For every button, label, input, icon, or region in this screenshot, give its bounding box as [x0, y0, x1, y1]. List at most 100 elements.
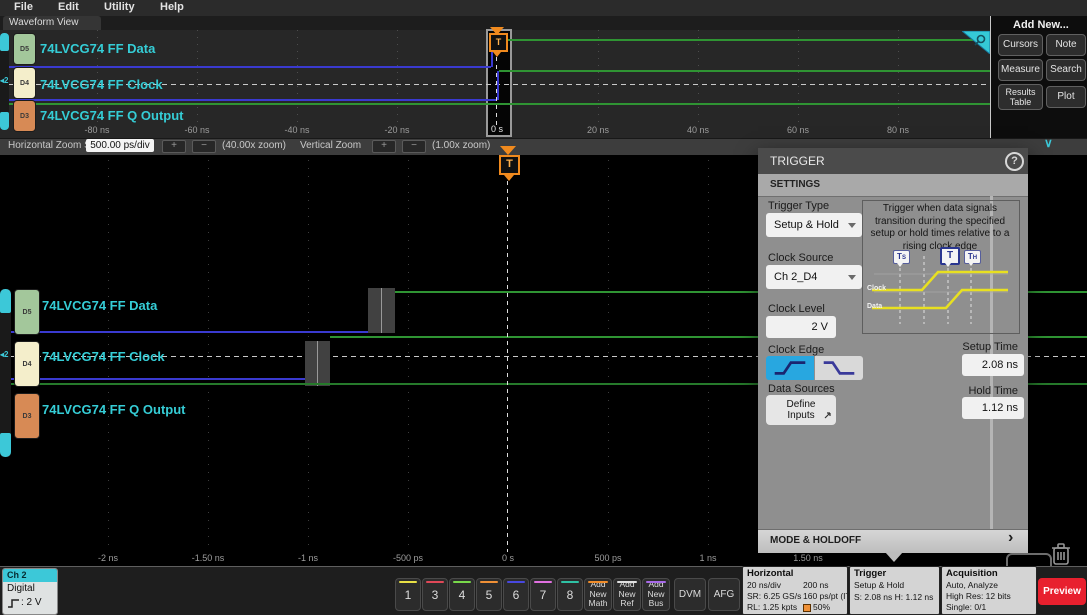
plot-button[interactable]: Plot: [1046, 86, 1086, 108]
add-new-bus-button[interactable]: Add New Bus: [642, 578, 670, 611]
trigger-marker-tail: [504, 175, 514, 181]
define-inputs-button[interactable]: Define Inputs: [766, 395, 836, 425]
channel-color-bar: [453, 581, 471, 583]
trigger-type-summary: Setup & Hold: [854, 580, 904, 590]
hzoom-factor-label: (40.00x zoom): [222, 140, 286, 151]
data-wave-low-segment: [0, 331, 368, 333]
channel-label-qoutput[interactable]: 74LVCG74 FF Q Output: [42, 402, 186, 417]
channel-button-5[interactable]: 5: [476, 578, 502, 611]
channel-button-7[interactable]: 7: [530, 578, 556, 611]
trigger-type-value: Setup & Hold: [774, 219, 839, 231]
mode-holdoff-label: MODE & HOLDOFF: [770, 535, 861, 546]
clock-source-value: Ch 2_D4: [774, 271, 817, 283]
trigger-marker-icon[interactable]: T: [489, 33, 508, 52]
acquisition-summary-box[interactable]: Acquisition Auto, Analyze High Res: 12 b…: [941, 566, 1037, 615]
channel-button-3[interactable]: 3: [422, 578, 448, 611]
axis-tick: -2 ns: [98, 553, 118, 563]
channel-group-grip[interactable]: [0, 289, 11, 457]
axis-tick-zero: 0 s: [491, 124, 503, 134]
results-table-button[interactable]: Results Table: [998, 84, 1043, 110]
trigger-marker-arrow[interactable]: [500, 146, 516, 155]
menu-utility[interactable]: Utility: [104, 1, 135, 13]
vzoom-plus-button[interactable]: +: [372, 140, 396, 153]
trigger-type-dropdown[interactable]: Setup & Hold: [766, 213, 862, 237]
dvm-button[interactable]: DVM: [674, 578, 706, 611]
cursors-button[interactable]: Cursors: [998, 34, 1043, 56]
channel-color-bar: [646, 581, 666, 583]
channel-label-data[interactable]: 74LVCG74 FF Data: [42, 298, 157, 313]
menu-help[interactable]: Help: [160, 1, 184, 13]
add-new-ref-button[interactable]: Add New Ref: [613, 578, 641, 611]
menu-edit[interactable]: Edit: [58, 1, 79, 13]
data-sources-label: Data Sources: [768, 383, 835, 395]
setup-time-flag: TS: [893, 250, 910, 264]
menu-file[interactable]: File: [14, 1, 33, 13]
flag-tail: [968, 262, 974, 266]
tab-waveform-view[interactable]: Waveform View: [3, 16, 101, 30]
note-button[interactable]: Note: [1046, 34, 1086, 56]
horizontal-zoom-scale-input[interactable]: 500.00 ps/div: [86, 139, 154, 152]
acquisition-single: Single: 0/1: [946, 602, 986, 612]
grip-bottom-handle[interactable]: [0, 433, 11, 457]
horizontal-summary-box[interactable]: Horizontal 20 ns/div 200 ns SR: 6.25 GS/…: [742, 566, 848, 615]
expand-icon: [823, 411, 832, 420]
channel-label-clock[interactable]: 74LVCG74 FF Clock: [42, 349, 165, 364]
help-icon[interactable]: ?: [1005, 152, 1024, 171]
add-new-math-button[interactable]: Add New Math: [584, 578, 612, 611]
search-button[interactable]: Search: [1046, 59, 1086, 81]
hold-time-field[interactable]: 1.12 ns: [962, 397, 1024, 419]
rising-edge-icon: [772, 359, 808, 377]
clock-level-field[interactable]: 2 V: [766, 316, 836, 338]
chevron-right-icon[interactable]: ›: [1008, 529, 1013, 547]
axis-tick: 40 ns: [687, 125, 709, 135]
rising-edge-button[interactable]: [766, 356, 814, 380]
setup-time-field[interactable]: 2.08 ns: [962, 354, 1024, 376]
channel-badge-d4[interactable]: D4: [14, 341, 40, 387]
trigger-marker-icon[interactable]: T: [499, 155, 520, 175]
channel-color-bar: [507, 581, 525, 583]
channel-badge-d5[interactable]: D5: [13, 33, 36, 65]
channel-button-6[interactable]: 6: [503, 578, 529, 611]
channel-button-8[interactable]: 8: [557, 578, 583, 611]
channel-badge-d3[interactable]: D3: [13, 100, 36, 132]
acquisition-resolution: High Res: 12 bits: [946, 591, 1011, 601]
hzoom-plus-button[interactable]: +: [162, 140, 186, 153]
falling-edge-button[interactable]: [815, 356, 863, 380]
settings-tab-label: SETTINGS: [770, 179, 820, 190]
clock-wave-low-segment: [0, 378, 305, 380]
channel-button-1[interactable]: 1: [395, 578, 421, 611]
afg-button[interactable]: AFG: [708, 578, 740, 611]
grip-top-handle[interactable]: [0, 33, 9, 51]
grip-bottom-handle[interactable]: [0, 112, 9, 130]
channel-label-clock[interactable]: 74LVCG74 FF Clock: [40, 77, 163, 92]
gridline: [397, 30, 398, 124]
clock-edge-label: Clock Edge: [768, 344, 824, 356]
channel-label-data[interactable]: 74LVCG74 FF Data: [40, 41, 155, 56]
vzoom-minus-button[interactable]: −: [402, 140, 426, 153]
axis-tick: -60 ns: [184, 125, 209, 135]
channel-color-bar: [617, 581, 637, 583]
preview-button[interactable]: Preview: [1038, 578, 1086, 605]
horizontal-scale: 20 ns/div: [747, 580, 781, 590]
data-wave-low-segment: [0, 66, 491, 68]
clock-source-dropdown[interactable]: Ch 2_D4: [766, 265, 862, 289]
measure-button[interactable]: Measure: [998, 59, 1043, 81]
zoom-overview-corner[interactable]: [962, 31, 990, 59]
trigger-panel-title: TRIGGER: [770, 154, 825, 168]
grip-top-handle[interactable]: [0, 289, 11, 313]
collapse-chevron-icon[interactable]: ∨: [1044, 136, 1053, 150]
flag-tail: [897, 263, 903, 267]
trigger-summary-box[interactable]: Trigger Setup & Hold S: 2.08 ns H: 1.12 …: [849, 566, 940, 615]
axis-tick: 80 ns: [887, 125, 909, 135]
channel-badge-d5[interactable]: D5: [14, 289, 40, 335]
channel-badge-d3[interactable]: D3: [14, 393, 40, 439]
channel-label-qoutput[interactable]: 74LVCG74 FF Q Output: [40, 108, 184, 123]
axis-tick: 1 ns: [699, 553, 716, 563]
ch2-level-label: : 2 V: [21, 597, 42, 608]
chevron-down-icon: [848, 275, 856, 280]
hzoom-minus-button[interactable]: −: [192, 140, 216, 153]
ch2-badge[interactable]: Ch 2 Digital : 2 V: [2, 568, 58, 615]
channel-badge-d4[interactable]: D4: [13, 67, 36, 99]
channel-button-4[interactable]: 4: [449, 578, 475, 611]
gridline: [898, 30, 899, 124]
